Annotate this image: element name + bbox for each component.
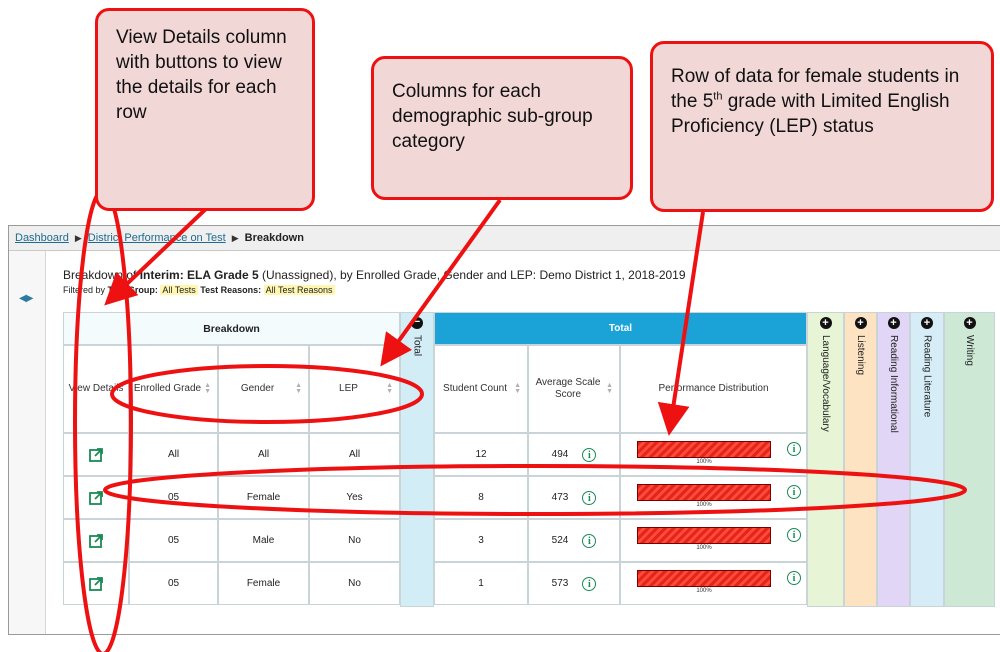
arrow-columns [380,198,502,367]
ellipse-demographic-columns [110,364,424,424]
callout-columns: Columns for each demographic sub-group c… [371,56,633,200]
arrow-row [657,211,705,436]
callout-row: Row of data for female students in the 5… [650,41,994,212]
callout-view-details-text: View Details column with buttons to view… [116,27,287,123]
callout-view-details: View Details column with buttons to view… [95,8,315,211]
ellipse-female-lep-row [103,464,967,516]
callout-columns-text: Columns for each demographic sub-group c… [392,81,593,152]
ellipse-view-details-column [73,188,133,652]
